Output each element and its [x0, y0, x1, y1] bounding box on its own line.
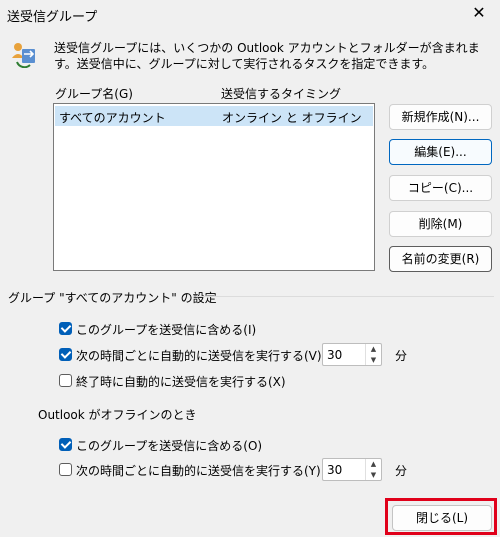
- column-header-group-name: グループ名(G): [55, 87, 133, 101]
- offline-section-label: Outlook がオフラインのとき: [38, 408, 197, 422]
- send-receive-groups-icon: [12, 43, 35, 68]
- delete-button[interactable]: 削除(M): [389, 211, 492, 237]
- auto-online-stepper[interactable]: ▲ ▼: [322, 343, 382, 366]
- column-header-timing: 送受信するタイミング: [221, 87, 342, 101]
- description-text: 送受信グループには、いくつかの Outlook アカウントとフォルダーが含まれま…: [54, 41, 480, 71]
- minutes-unit: 分: [395, 349, 408, 363]
- on-exit-checkbox[interactable]: [59, 374, 72, 387]
- auto-offline-label[interactable]: 次の時間ごとに自動的に送受信を実行する(Y): [76, 462, 321, 479]
- chevron-up-icon[interactable]: ▲: [366, 459, 381, 469]
- include-offline-checkbox[interactable]: [59, 438, 72, 451]
- include-offline-label[interactable]: このグループを送受信に含める(O): [76, 437, 262, 454]
- separator: [196, 296, 494, 297]
- stepper-arrows: ▲ ▼: [365, 459, 381, 480]
- group-settings-label: グループ "すべてのアカウント" の設定: [8, 291, 217, 305]
- list-item-timing: オンライン と オフライン: [222, 111, 362, 125]
- on-exit-label[interactable]: 終了時に自動的に送受信を実行する(X): [76, 373, 286, 390]
- stepper-arrows: ▲ ▼: [365, 344, 381, 365]
- auto-offline-stepper[interactable]: ▲ ▼: [322, 458, 382, 481]
- new-button[interactable]: 新規作成(N)...: [389, 104, 492, 130]
- group-list[interactable]: すべてのアカウント オンライン と オフライン: [53, 103, 375, 271]
- auto-offline-checkbox[interactable]: [59, 463, 72, 476]
- window-title: 送受信グループ: [7, 10, 98, 25]
- rename-button[interactable]: 名前の変更(R): [389, 246, 492, 272]
- chevron-up-icon[interactable]: ▲: [366, 344, 381, 354]
- list-item-name: すべてのアカウント: [59, 111, 166, 125]
- auto-online-minutes-input[interactable]: [327, 346, 363, 363]
- close-icon[interactable]: ✕: [468, 3, 490, 23]
- chevron-down-icon[interactable]: ▼: [366, 355, 381, 365]
- auto-offline-minutes-input[interactable]: [327, 461, 363, 478]
- list-item[interactable]: すべてのアカウント オンライン と オフライン: [55, 106, 373, 126]
- minutes-unit: 分: [395, 464, 408, 478]
- chevron-down-icon[interactable]: ▼: [366, 470, 381, 480]
- close-button[interactable]: 閉じる(L): [392, 505, 492, 531]
- auto-online-label[interactable]: 次の時間ごとに自動的に送受信を実行する(V): [76, 347, 322, 364]
- include-online-checkbox[interactable]: [59, 322, 72, 335]
- auto-online-checkbox[interactable]: [59, 348, 72, 361]
- edit-button[interactable]: 編集(E)...: [389, 139, 492, 165]
- copy-button[interactable]: コピー(C)...: [389, 175, 492, 201]
- include-online-label[interactable]: このグループを送受信に含める(I): [76, 321, 256, 338]
